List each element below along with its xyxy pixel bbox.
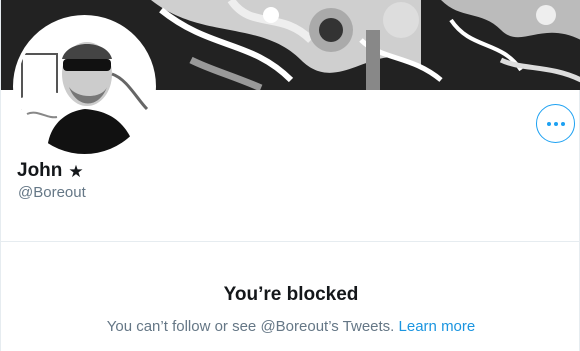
blocked-title: You’re blocked — [223, 284, 359, 305]
display-name: John — [17, 160, 63, 181]
learn-more-link[interactable]: Learn more — [399, 318, 476, 335]
section-divider — [1, 241, 580, 242]
blocked-message-text: You can’t follow or see @Boreout’s Tweet… — [106, 318, 395, 335]
profile-avatar[interactable] — [13, 15, 156, 158]
avatar-image — [17, 19, 152, 154]
profile-handle: @Boreout — [18, 184, 86, 201]
more-options-button[interactable] — [536, 104, 575, 143]
more-horizontal-icon — [546, 121, 565, 126]
blocked-message: You can’t follow or see @Boreout’s Tweet… — [1, 318, 580, 335]
profile-page: John ★ @Boreout You’re blocked You can’t… — [0, 0, 580, 351]
star-icon: ★ — [68, 161, 84, 181]
profile-name-row: John ★ — [17, 160, 84, 182]
